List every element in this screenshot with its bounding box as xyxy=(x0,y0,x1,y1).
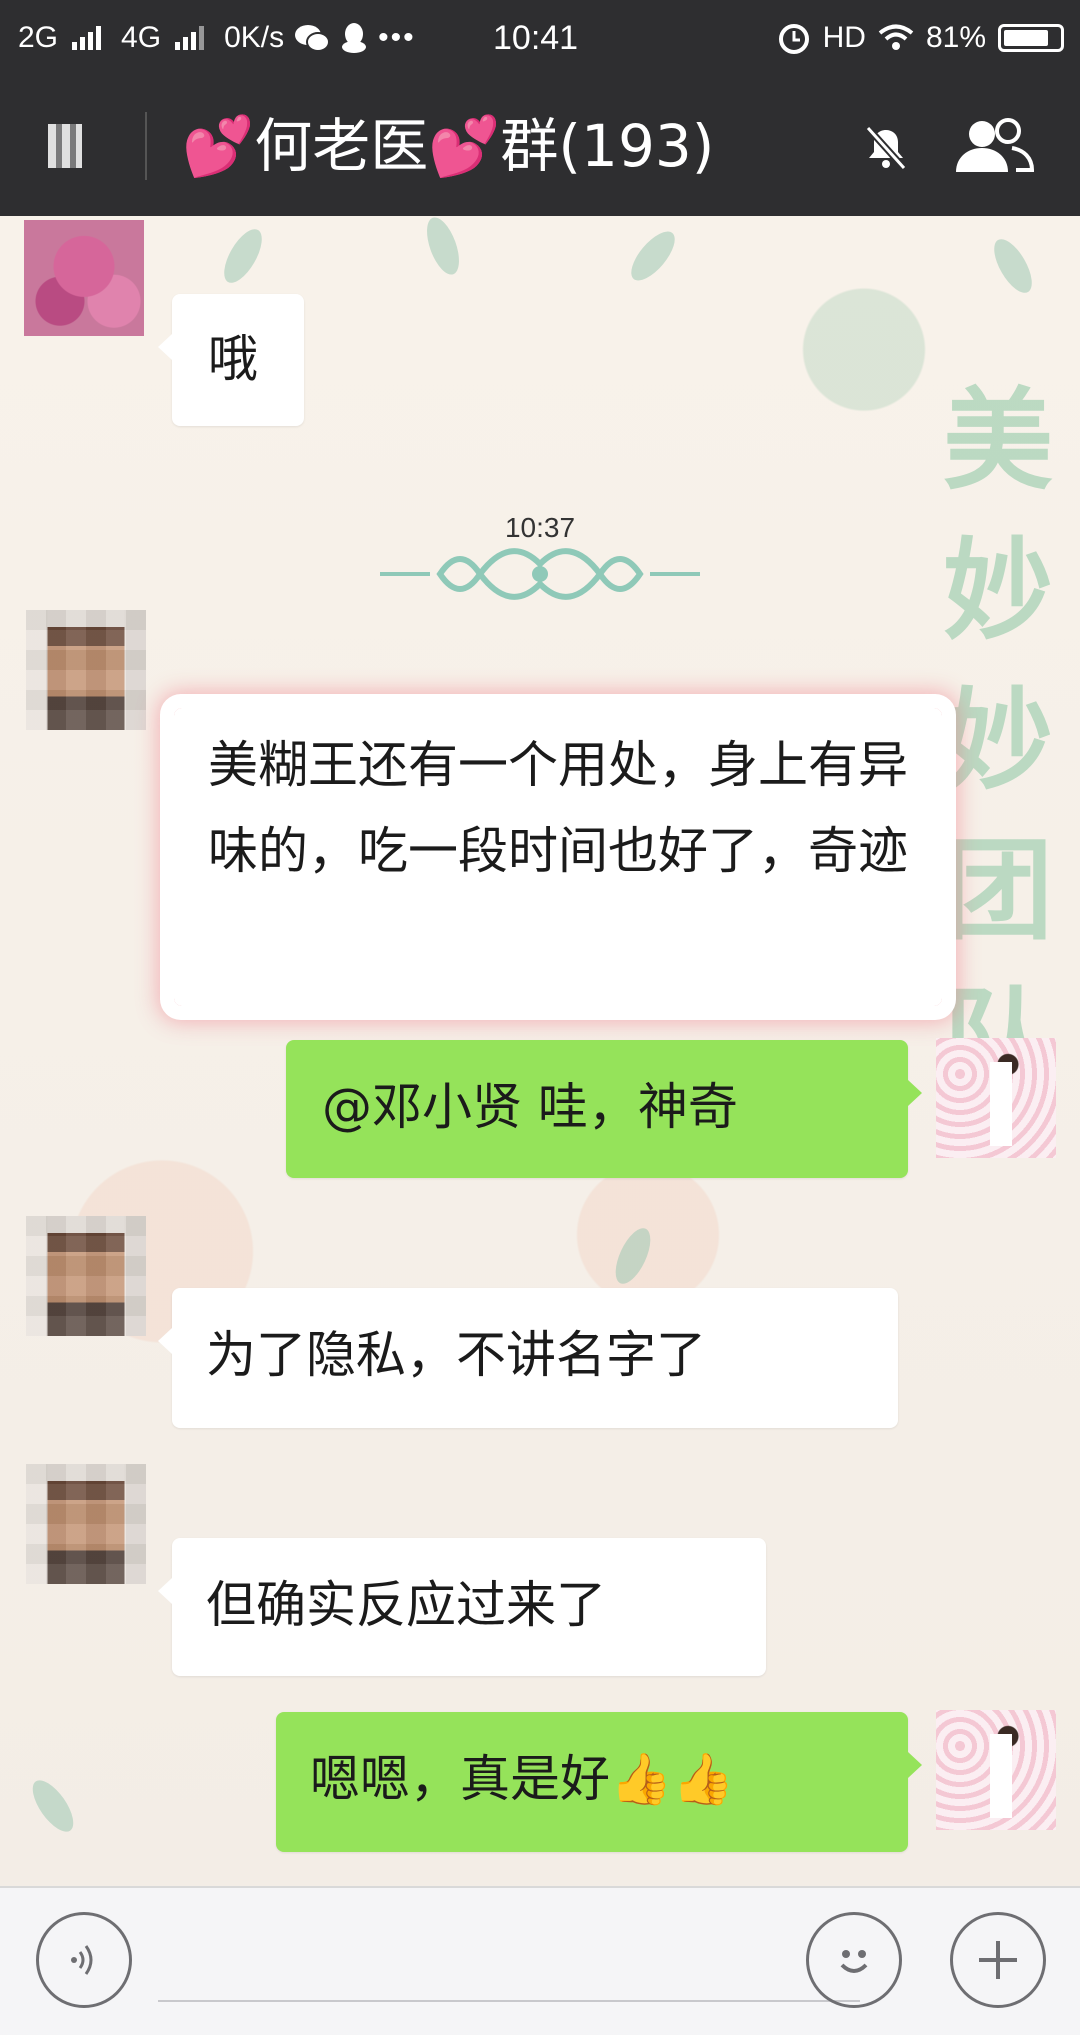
decoration-char: 妙 xyxy=(943,677,1053,805)
battery-icon xyxy=(998,24,1064,52)
clock: 10:41 xyxy=(493,18,579,57)
voice-button[interactable] xyxy=(36,1912,132,2008)
voice-icon xyxy=(71,1945,93,1975)
more-icon: ••• xyxy=(378,21,416,54)
decoration-char: 团 xyxy=(943,827,1053,955)
leaf-decoration xyxy=(986,233,1040,299)
avatar[interactable] xyxy=(24,220,144,336)
back-icon[interactable] xyxy=(48,124,82,168)
leaf-decoration xyxy=(608,1223,658,1289)
input-bar xyxy=(0,1886,1080,2035)
decoration-text: 美 妙 妙 团 队 xyxy=(938,366,1058,1116)
group-members-icon[interactable] xyxy=(952,118,1036,174)
avatar[interactable] xyxy=(26,1216,146,1336)
avatar-self[interactable] xyxy=(936,1038,1056,1158)
message-text: 哦 xyxy=(208,330,258,388)
signal-icon xyxy=(175,26,205,50)
leaf-decoration xyxy=(623,224,683,288)
status-bar: 2G 4G 0K/s ••• 10:41 HD 81% xyxy=(0,0,1080,76)
nav-divider xyxy=(145,112,147,180)
leaf-decoration xyxy=(216,223,270,289)
avatar[interactable] xyxy=(26,1464,146,1584)
title-bar: 💕何老医💕群(193) xyxy=(0,76,1080,216)
message-bubble[interactable]: 哦 xyxy=(158,294,304,426)
avatar-self[interactable] xyxy=(936,1710,1056,1830)
plus-icon xyxy=(979,1941,1017,1979)
message-bubble-self[interactable]: @邓小贤 哇，神奇 xyxy=(286,1040,922,1178)
leaf-decoration xyxy=(25,1773,81,1839)
avatar[interactable] xyxy=(26,610,146,730)
signal-icon xyxy=(72,26,102,50)
flourish-decoration xyxy=(380,548,700,600)
message-text: 为了隐私，不讲名字了 xyxy=(206,1326,706,1384)
hd-label: HD xyxy=(822,21,866,54)
wechat-icon xyxy=(295,25,331,52)
decoration-char: 美 xyxy=(943,377,1053,505)
alarm-icon xyxy=(778,24,809,54)
network-4g-label: 4G xyxy=(121,21,162,54)
message-text: 美糊王还有一个用处，身上有异味的，吃一段时间也好了，奇迹 xyxy=(208,736,908,880)
message-text: 但确实反应过来了 xyxy=(206,1576,606,1634)
wifi-icon xyxy=(878,24,914,50)
qq-icon xyxy=(342,23,367,53)
chat-area[interactable]: 美 妙 妙 团 队 哦 10:37 美糊王还有一个用处，身上有异味的，吃一段时间… xyxy=(0,216,1080,1886)
battery-percent: 81% xyxy=(925,21,986,54)
message-input[interactable] xyxy=(158,2000,860,2002)
network-speed: 0K/s xyxy=(224,21,285,54)
highlighted-message-bubble[interactable]: 美糊王还有一个用处，身上有异味的，吃一段时间也好了，奇迹 xyxy=(160,698,952,1016)
leaf-decoration xyxy=(420,216,466,279)
mute-bell-icon[interactable] xyxy=(862,124,910,172)
message-bubble[interactable]: 但确实反应过来了 xyxy=(158,1538,766,1676)
message-text: @邓小贤 哇，神奇 xyxy=(322,1078,738,1136)
message-bubble-self[interactable]: 嗯嗯，真是好👍👍 xyxy=(276,1712,922,1852)
network-2g-label: 2G xyxy=(18,21,59,54)
emoji-icon xyxy=(840,1950,868,1973)
message-bubble[interactable]: 为了隐私，不讲名字了 xyxy=(158,1288,898,1428)
emoji-button[interactable] xyxy=(806,1912,902,2008)
message-text: 嗯嗯，真是好👍👍 xyxy=(310,1750,735,1808)
group-title: 💕何老医💕群(193) xyxy=(182,112,715,180)
plus-button[interactable] xyxy=(950,1912,1046,2008)
